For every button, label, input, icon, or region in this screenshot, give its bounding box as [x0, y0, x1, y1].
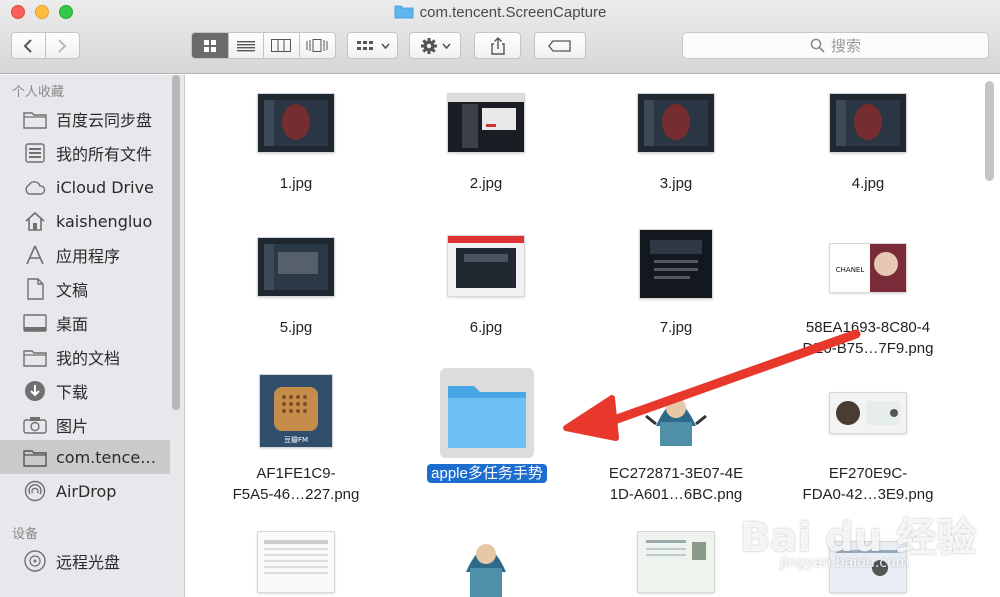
- watermark-url: jingyan.baidu.com: [780, 555, 910, 571]
